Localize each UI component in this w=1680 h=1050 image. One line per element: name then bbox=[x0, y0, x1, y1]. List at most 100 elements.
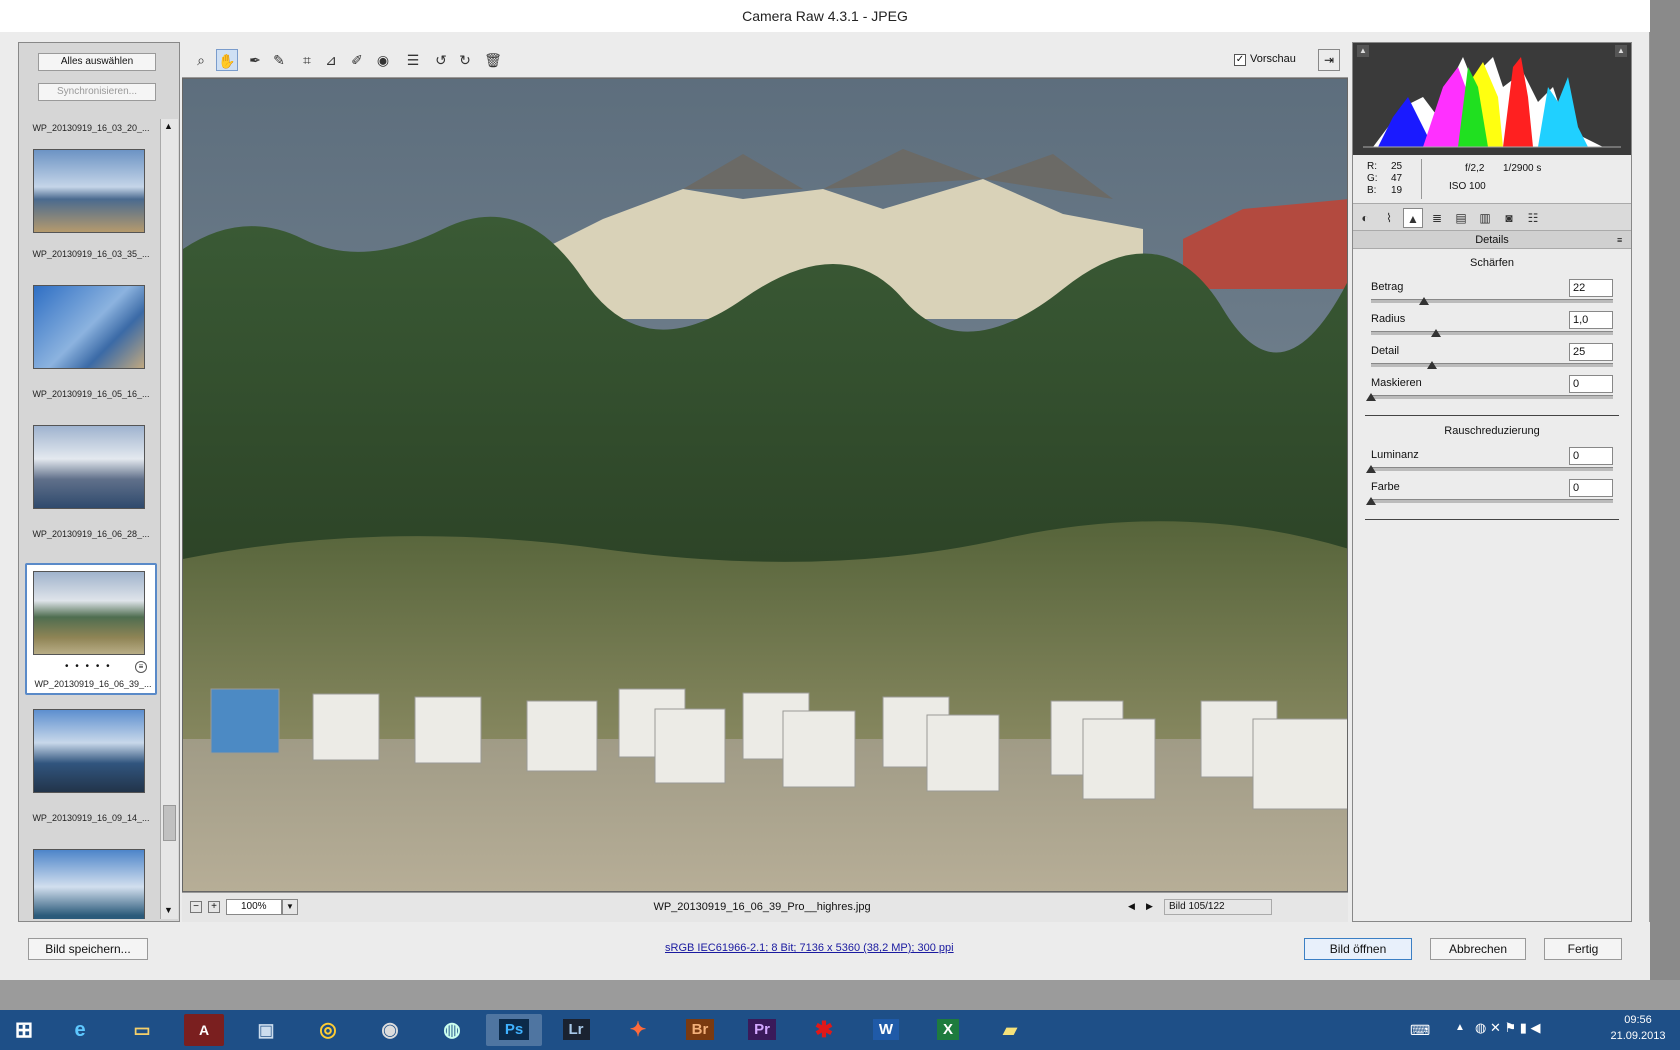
zoom-out-icon[interactable]: − bbox=[190, 901, 202, 913]
file-explorer-icon[interactable]: ▭ bbox=[122, 1014, 162, 1046]
system-clock[interactable]: 09:56 21.09.2013 bbox=[1600, 1012, 1676, 1044]
internet-explorer-icon[interactable]: e bbox=[60, 1014, 100, 1046]
panel-tabs: ◐ ⌇ ▲ ≣ ▤ ▥ ◙ ☷ bbox=[1353, 203, 1631, 231]
scroll-down-icon[interactable]: ▼ bbox=[164, 905, 173, 915]
amount-slider[interactable] bbox=[1371, 299, 1613, 303]
luminance-field[interactable]: 0 bbox=[1569, 447, 1613, 465]
histogram-graph bbox=[1363, 57, 1621, 148]
luminance-slider-handle[interactable] bbox=[1366, 465, 1376, 473]
filmstrip-item[interactable] bbox=[25, 849, 157, 919]
masking-field[interactable]: 0 bbox=[1569, 375, 1613, 393]
cancel-button[interactable]: Abbrechen bbox=[1430, 938, 1526, 960]
straighten-tool-icon[interactable]: ⊿ bbox=[320, 49, 342, 71]
radius-field[interactable]: 1,0 bbox=[1569, 311, 1613, 329]
taskbar-word[interactable]: W bbox=[866, 1014, 906, 1046]
settings-badge-icon: ≡ bbox=[135, 661, 147, 673]
rotate-right-icon[interactable]: ↻ bbox=[454, 49, 476, 71]
crop-tool-icon[interactable]: ⌗ bbox=[296, 49, 318, 71]
zoom-level-select[interactable]: 100% bbox=[226, 899, 282, 915]
white-balance-tool-icon[interactable]: ✒ bbox=[244, 49, 266, 71]
show-hidden-icons[interactable]: ▲ bbox=[1455, 1022, 1465, 1033]
zoom-in-icon[interactable]: + bbox=[208, 901, 220, 913]
amount-field[interactable]: 22 bbox=[1569, 279, 1613, 297]
tab-hsl-icon[interactable]: ≣ bbox=[1427, 208, 1447, 228]
acrobat-icon[interactable]: A bbox=[184, 1014, 224, 1046]
hand-tool-icon[interactable]: ✋ bbox=[216, 49, 238, 71]
save-image-button[interactable]: Bild speichern... bbox=[28, 938, 148, 960]
masking-slider[interactable] bbox=[1371, 395, 1613, 399]
detail-slider[interactable] bbox=[1371, 363, 1613, 367]
tab-detail-icon[interactable]: ▲ bbox=[1403, 208, 1423, 228]
taskbar-excel[interactable]: X bbox=[928, 1014, 968, 1046]
previous-image-icon[interactable]: ◀ bbox=[1128, 901, 1135, 912]
retouch-tool-icon[interactable]: ✐ bbox=[346, 49, 368, 71]
photo-viewer-icon[interactable]: ▣ bbox=[246, 1014, 286, 1046]
scroll-up-icon[interactable]: ▲ bbox=[164, 121, 173, 131]
filmstrip-item-selected[interactable]: • • • • • ≡ WP_20130919_16_06_39_... bbox=[25, 563, 157, 695]
filmstrip-item[interactable]: WP_20130919_16_05_16_... bbox=[25, 285, 157, 409]
filmstrip-scrollbar[interactable]: ▲ ▼ bbox=[160, 119, 178, 919]
taskbar-photoshop[interactable]: Ps bbox=[486, 1014, 542, 1046]
panel-menu-icon[interactable]: ≡ bbox=[1617, 231, 1622, 249]
red-eye-tool-icon[interactable]: ◉ bbox=[372, 49, 394, 71]
next-image-icon[interactable]: ▶ bbox=[1146, 901, 1153, 912]
tab-split-toning-icon[interactable]: ▤ bbox=[1451, 208, 1471, 228]
splash-app-icon[interactable]: ✱ bbox=[804, 1014, 844, 1046]
dvd-icon[interactable]: ◉ bbox=[370, 1014, 410, 1046]
tray-icons[interactable]: ◍ ✕ ⚑ ▮ ◀ bbox=[1475, 1020, 1541, 1036]
start-button-icon[interactable]: ⊞ bbox=[4, 1014, 44, 1046]
taskbar-lightroom[interactable]: Lr bbox=[556, 1014, 596, 1046]
color-sampler-tool-icon[interactable]: ✎ bbox=[268, 49, 290, 71]
star-rating[interactable]: • • • • • bbox=[65, 661, 112, 672]
network-app-icon[interactable]: ◍ bbox=[432, 1014, 472, 1046]
keyboard-icon[interactable]: ⌨ bbox=[1410, 1022, 1430, 1039]
detail-field[interactable]: 25 bbox=[1569, 343, 1613, 361]
chrome-icon[interactable]: ◎ bbox=[308, 1014, 348, 1046]
tab-tone-curve-icon[interactable]: ⌇ bbox=[1379, 208, 1399, 228]
thumbnail-image bbox=[33, 849, 145, 919]
color-field[interactable]: 0 bbox=[1569, 479, 1613, 497]
sticky-notes-icon[interactable]: ▰ bbox=[990, 1014, 1030, 1046]
background-window-edge bbox=[1650, 0, 1680, 1010]
detail-slider-handle[interactable] bbox=[1426, 361, 1437, 369]
taskbar-bridge[interactable]: Br bbox=[680, 1014, 720, 1046]
tab-lens-icon[interactable]: ▥ bbox=[1475, 208, 1495, 228]
r-value: 25 bbox=[1391, 161, 1403, 172]
luminance-label: Luminanz bbox=[1371, 449, 1419, 461]
filmstrip-item[interactable]: WP_20130919_16_06_28_... bbox=[25, 425, 157, 549]
shutter-value: 1/2900 s bbox=[1503, 163, 1542, 174]
luminance-slider[interactable] bbox=[1371, 467, 1613, 471]
select-all-button[interactable]: Alles auswählen bbox=[38, 53, 156, 71]
image-preview[interactable] bbox=[182, 78, 1348, 892]
radius-slider[interactable] bbox=[1371, 331, 1613, 335]
fullscreen-toggle-icon[interactable]: ⇥ bbox=[1318, 49, 1340, 71]
geometry-app-icon[interactable]: ✦ bbox=[618, 1014, 658, 1046]
filmstrip-item[interactable]: WP_20130919_16_09_14_... bbox=[25, 709, 157, 833]
synchronize-button[interactable]: Synchronisieren... bbox=[38, 83, 156, 101]
taskbar-premiere[interactable]: Pr bbox=[742, 1014, 782, 1046]
color-slider-handle[interactable] bbox=[1366, 497, 1376, 505]
aperture-value: f/2,2 bbox=[1465, 163, 1485, 174]
tab-basic-icon[interactable]: ◐ bbox=[1355, 208, 1375, 228]
preferences-icon[interactable]: ☰ bbox=[402, 49, 424, 71]
filmstrip-item[interactable]: WP_20130919_16_03_35_... bbox=[25, 145, 157, 269]
preview-status-bar: − + 100% ▼ WP_20130919_16_06_39_Pro__hig… bbox=[182, 892, 1348, 922]
sharpen-section-title: Schärfen bbox=[1469, 257, 1515, 269]
trash-icon[interactable]: 🗑 bbox=[482, 49, 504, 71]
thumbnail-image bbox=[33, 285, 145, 369]
rotate-left-icon[interactable]: ↺ bbox=[430, 49, 452, 71]
radius-slider-handle[interactable] bbox=[1431, 329, 1442, 337]
chevron-down-icon[interactable]: ▼ bbox=[282, 899, 298, 915]
workflow-options-link[interactable]: sRGB IEC61966-2.1; 8 Bit; 7136 x 5360 (3… bbox=[665, 942, 954, 954]
open-image-button[interactable]: Bild öffnen bbox=[1304, 938, 1412, 960]
scrollbar-thumb[interactable] bbox=[163, 805, 176, 841]
image-counter: Bild 105/122 bbox=[1164, 899, 1272, 915]
color-slider[interactable] bbox=[1371, 499, 1613, 503]
done-button[interactable]: Fertig bbox=[1544, 938, 1622, 960]
zoom-tool-icon[interactable]: ⌕ bbox=[190, 49, 212, 71]
tab-camera-calibration-icon[interactable]: ◙ bbox=[1499, 208, 1519, 228]
preview-checkbox[interactable]: ✓ bbox=[1234, 54, 1246, 66]
amount-slider-handle[interactable] bbox=[1419, 297, 1430, 305]
masking-slider-handle[interactable] bbox=[1366, 393, 1376, 401]
tab-presets-icon[interactable]: ☷ bbox=[1523, 208, 1543, 228]
